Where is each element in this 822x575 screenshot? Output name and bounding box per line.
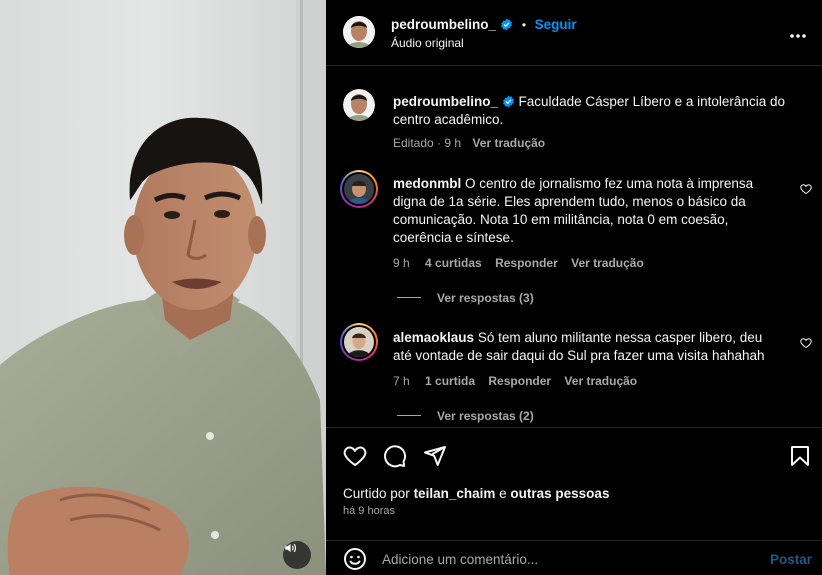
verified-badge-icon	[502, 95, 515, 108]
comment-translate-link[interactable]: Ver tradução	[564, 374, 637, 388]
comment-likes-count[interactable]: 1 curtida	[425, 374, 475, 388]
share-icon[interactable]	[423, 444, 447, 473]
comment-input[interactable]	[382, 549, 752, 569]
post-header: pedroumbelino_ • Seguir Áudio original	[326, 0, 822, 66]
edited-label: Editado	[393, 136, 434, 150]
comment-composer: Postar	[326, 540, 822, 575]
liked-by-user[interactable]: teilan_chaim	[414, 486, 496, 501]
likes-summary: Curtido por teilan_chaim e outras pessoa…	[343, 485, 609, 503]
verified-badge-icon	[500, 18, 513, 31]
view-replies-button[interactable]: Ver respostas (3)	[437, 291, 534, 305]
comment-like-heart-icon[interactable]	[800, 336, 812, 349]
audio-toggle-button[interactable]	[283, 541, 311, 569]
caption-meta: Editado · 9 h Ver tradução	[393, 136, 545, 150]
liked-by-others[interactable]: outras pessoas	[510, 486, 609, 501]
comment-item: alemaoklaus Só tem aluno militante nessa…	[393, 329, 783, 365]
replies-divider	[397, 297, 421, 298]
reply-button[interactable]: Responder	[495, 256, 558, 270]
more-options-icon[interactable]	[790, 26, 806, 44]
replies-divider	[397, 415, 421, 416]
comment-avatar[interactable]	[340, 323, 378, 361]
comment-meta: 7 h 1 curtida Responder Ver tradução	[393, 374, 637, 388]
reel-video[interactable]	[0, 0, 326, 575]
liked-by-conjunction: e	[499, 486, 507, 501]
comment-likes-count[interactable]: 4 curtidas	[425, 256, 482, 270]
caption-avatar[interactable]	[343, 89, 375, 121]
header-separator: •	[521, 18, 527, 32]
audio-label[interactable]: Áudio original	[391, 36, 464, 50]
comment-time: 9 h	[393, 256, 410, 270]
meta-dot: ·	[437, 136, 442, 150]
comment-item: medonmbl O centro de jornalismo fez uma …	[393, 175, 773, 247]
post-timestamp[interactable]: há 9 horas	[343, 505, 395, 517]
author-username[interactable]: pedroumbelino_	[391, 17, 496, 32]
comment-translate-link[interactable]: Ver tradução	[571, 256, 644, 270]
caption-username[interactable]: pedroumbelino_	[393, 94, 498, 109]
heart-icon[interactable]	[343, 444, 367, 473]
video-frame-illustration	[0, 0, 326, 575]
post-caption: pedroumbelino_ Faculdade Cásper Líbero e…	[393, 93, 813, 129]
emoji-icon[interactable]	[343, 547, 367, 575]
comment-username[interactable]: alemaoklaus	[393, 330, 474, 345]
author-avatar[interactable]	[343, 16, 375, 48]
bookmark-icon[interactable]	[788, 444, 812, 473]
comment-like-heart-icon[interactable]	[800, 182, 812, 195]
caption-translate-link[interactable]: Ver tradução	[472, 136, 545, 150]
comment-icon[interactable]	[383, 444, 407, 473]
reply-button[interactable]: Responder	[488, 374, 551, 388]
post-comment-button[interactable]: Postar	[770, 552, 812, 567]
caption-time: 9 h	[444, 136, 462, 150]
follow-button[interactable]: Seguir	[535, 17, 577, 32]
post-panel: pedroumbelino_ • Seguir Áudio original p…	[326, 0, 822, 575]
comment-avatar[interactable]	[340, 170, 378, 208]
comment-meta: 9 h 4 curtidas Responder Ver tradução	[393, 256, 644, 270]
comment-username[interactable]: medonmbl	[393, 176, 461, 191]
comment-time: 7 h	[393, 374, 410, 388]
view-replies-button[interactable]: Ver respostas (2)	[437, 409, 534, 423]
liked-by-prefix: Curtido por	[343, 486, 410, 501]
